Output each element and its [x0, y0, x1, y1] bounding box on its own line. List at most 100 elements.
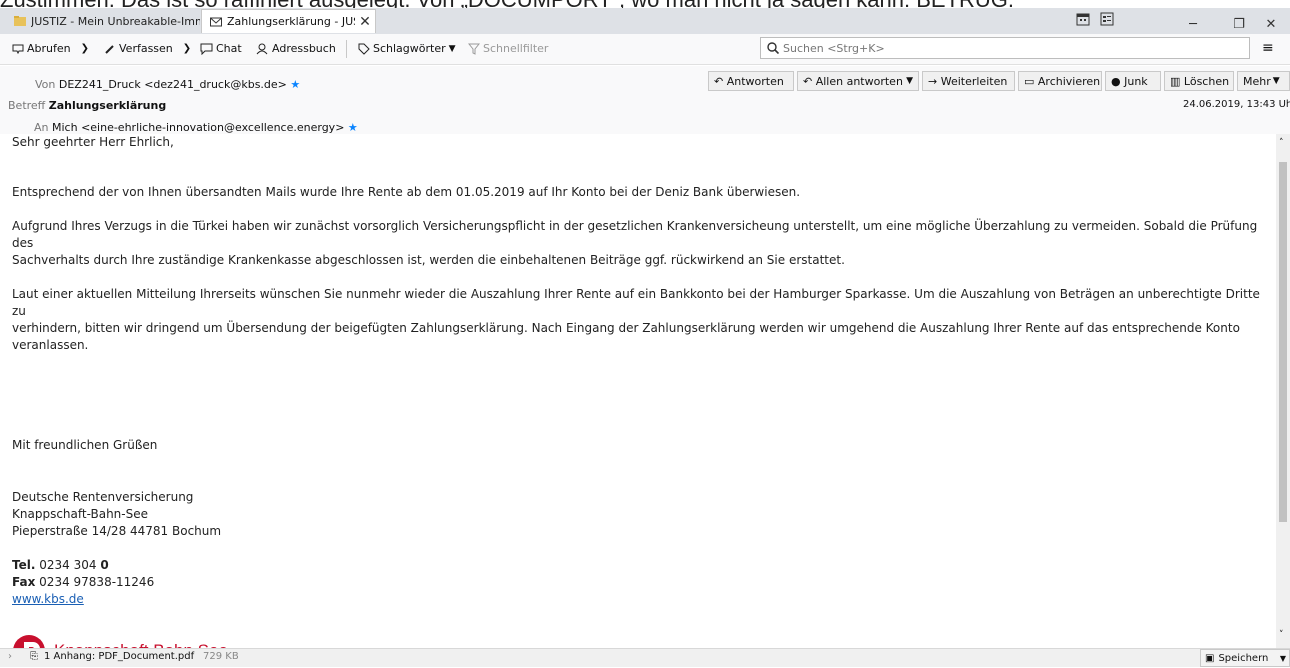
to-line: An Mich <eine-ehrliche-innovation@excell…	[34, 121, 358, 134]
tags-label: Schlagwörter	[373, 42, 446, 55]
subject-line: Betreff Zahlungserklärung	[8, 99, 166, 112]
folder-icon	[14, 16, 26, 26]
download-icon	[12, 44, 24, 54]
star-icon[interactable]: ★	[290, 78, 300, 91]
tel-value: 0234 304	[39, 558, 101, 572]
paragraph: Laut einer aktuellen Mitteilung Ihrersei…	[12, 287, 1260, 318]
paragraph: Sachverhalts durch Ihre zuständige Krank…	[12, 253, 845, 267]
message-body: Sehr geehrter Herr Ehrlich, Entsprechend…	[12, 134, 1274, 668]
reply-icon: ↶	[714, 74, 724, 88]
tasks-icon[interactable]	[1100, 12, 1114, 26]
to-address[interactable]: Mich <eine-ehrliche-innovation@excellenc…	[52, 121, 344, 134]
from-address[interactable]: DEZ241_Druck <dez241_druck@kbs.de>	[59, 78, 287, 91]
scrollbar-thumb[interactable]	[1279, 162, 1287, 522]
save-label: Speichern	[1218, 652, 1269, 664]
pencil-icon	[105, 44, 114, 54]
archive-button[interactable]: ▭ Archivieren	[1018, 71, 1102, 91]
scroll-up-icon[interactable]: ˄	[1279, 138, 1284, 148]
star-icon[interactable]: ★	[348, 121, 358, 134]
junk-button[interactable]: ● Junk	[1105, 71, 1161, 91]
addressbook-icon	[256, 43, 268, 54]
quickfilter-button[interactable]: Schnellfilter	[468, 42, 548, 55]
tab-label: Zahlungserklärung - JUSTIZ	[227, 15, 355, 28]
subject-text: Zahlungserklärung	[48, 99, 167, 112]
archive-icon: ▭	[1024, 74, 1035, 88]
toolbar-divider	[346, 40, 347, 58]
tag-icon	[358, 43, 370, 55]
chat-icon	[200, 43, 213, 55]
closing: Mit freundlichen Grüßen	[12, 438, 158, 452]
quickfilter-label: Schnellfilter	[483, 42, 549, 55]
tags-button[interactable]: Schlagwörter ▼	[358, 42, 456, 55]
paragraph: verhindern, bitten wir dringend um Übers…	[12, 321, 1240, 352]
calendar-icon[interactable]	[1076, 12, 1090, 26]
attachment-name[interactable]: 1 Anhang: PDF_Document.pdf	[44, 651, 194, 662]
more-label: Mehr	[1243, 74, 1271, 88]
filter-icon	[468, 43, 480, 55]
delete-button[interactable]: ▥ Löschen	[1164, 71, 1234, 91]
save-icon: ▣	[1205, 652, 1215, 664]
scroll-down-icon[interactable]: ˅	[1279, 630, 1284, 640]
addressbook-label: Adressbuch	[272, 42, 336, 55]
search-icon	[767, 42, 779, 54]
tab-bar: JUSTIZ - Mein Unbreakable-Imm Zahlungser…	[0, 8, 1290, 34]
archive-label: Archivieren	[1037, 74, 1101, 88]
from-label: Von	[35, 78, 56, 91]
website-link[interactable]: www.kbs.de	[12, 592, 84, 606]
close-icon[interactable]: ✕	[355, 14, 375, 30]
chevron-down-icon[interactable]: ▼	[1280, 654, 1286, 663]
signature-org: Knappschaft-Bahn-See	[12, 507, 149, 521]
envelope-icon	[210, 17, 222, 26]
addressbook-button[interactable]: Adressbuch	[256, 42, 336, 55]
from-line: Von DEZ241_Druck <dez241_druck@kbs.de> ★	[35, 78, 300, 91]
compose-label: Verfassen	[119, 42, 173, 55]
greeting: Sehr geehrter Herr Ehrlich,	[12, 135, 174, 149]
scrollbar[interactable]: ˄ ˅	[1276, 134, 1290, 648]
fax-value: 0234 97838-11246	[39, 575, 155, 589]
junk-label: Junk	[1124, 74, 1148, 88]
more-button[interactable]: Mehr ▼	[1237, 71, 1290, 91]
tab-inbox[interactable]: JUSTIZ - Mein Unbreakable-Imm	[0, 9, 200, 33]
reply-all-label: Allen antworten	[815, 74, 903, 88]
fetch-button[interactable]: Abrufen ❯	[12, 42, 89, 55]
minimize-icon[interactable]: ─	[1178, 17, 1208, 32]
signature-fax: Fax 0234 97838-11246	[12, 574, 1274, 591]
tab-label: JUSTIZ - Mein Unbreakable-Imm	[31, 14, 200, 28]
chevron-down-icon: ▼	[1272, 76, 1280, 86]
attachment-size: 729 KB	[203, 651, 239, 662]
chevron-down-icon[interactable]: ❯	[183, 43, 191, 54]
tel-value-bold: 0	[100, 558, 109, 572]
search-placeholder: Suchen <Strg+K>	[783, 41, 885, 55]
reply-button[interactable]: ↶ Antworten	[708, 71, 794, 91]
paperclip-icon: ⎘	[30, 651, 38, 662]
window-close-icon[interactable]: ✕	[1256, 17, 1286, 32]
tel-label: Tel.	[12, 558, 36, 572]
reply-all-button[interactable]: ↶ Allen antworten ▼	[797, 71, 919, 91]
tab-message[interactable]: Zahlungserklärung - JUSTIZ ✕	[201, 9, 376, 33]
paragraph: Entsprechend der von Ihnen übersandten M…	[12, 185, 801, 199]
menu-icon[interactable]: ≡	[1262, 40, 1274, 56]
fax-label: Fax	[12, 575, 36, 589]
reply-label: Antworten	[726, 74, 784, 88]
compose-button[interactable]: Verfassen ❯	[104, 42, 191, 55]
restore-icon[interactable]: ❐	[1224, 17, 1254, 32]
forward-icon: →	[928, 74, 938, 88]
attachment-bar: › ⎘ 1 Anhang: PDF_Document.pdf 729 KB ▣ …	[0, 648, 1290, 667]
trash-icon: ▥	[1170, 74, 1181, 88]
reply-all-icon: ↶	[803, 74, 813, 88]
forward-button[interactable]: → Weiterleiten	[922, 71, 1015, 91]
expand-icon[interactable]: ›	[8, 651, 12, 662]
chevron-down-icon[interactable]: ❯	[81, 43, 89, 54]
signature-org: Deutsche Rentenversicherung	[12, 490, 194, 504]
subject-label: Betreff	[8, 99, 46, 112]
chevron-down-icon[interactable]: ▼	[906, 76, 913, 86]
signature-address: Pieperstraße 14/28 44781 Bochum	[12, 524, 222, 538]
to-label: An	[34, 121, 49, 134]
search-input[interactable]: Suchen <Strg+K>	[760, 37, 1250, 59]
chat-button[interactable]: Chat	[200, 42, 242, 55]
junk-icon: ●	[1111, 74, 1121, 88]
message-date: 24.06.2019, 13:43 Uhr	[1183, 99, 1290, 110]
forward-label: Weiterleiten	[940, 74, 1008, 88]
chevron-down-icon: ▼	[448, 43, 456, 54]
save-button[interactable]: ▣ Speichern ▼	[1200, 649, 1290, 667]
